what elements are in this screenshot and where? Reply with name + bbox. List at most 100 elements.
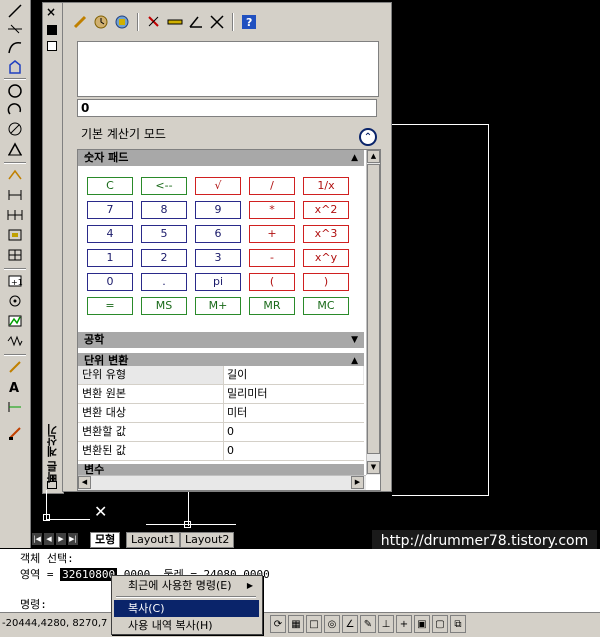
key-pi[interactable]: pi — [195, 273, 241, 291]
variables-header[interactable]: 변수 — [78, 464, 364, 475]
scroll-thumb[interactable] — [367, 164, 380, 454]
key-backspace[interactable]: <-- — [141, 177, 187, 195]
key-8[interactable]: 8 — [141, 201, 187, 219]
point-icon[interactable] — [5, 292, 25, 310]
key-memory-clear[interactable]: MC — [303, 297, 349, 315]
intersection-icon[interactable] — [208, 13, 226, 31]
dyn-icon[interactable]: + — [396, 615, 412, 633]
edit-icon[interactable] — [5, 424, 25, 442]
clear-history-icon[interactable] — [92, 13, 110, 31]
unit-row[interactable]: 단위 유형 길이 — [78, 366, 364, 385]
tab-layout1[interactable]: Layout1 — [126, 532, 181, 548]
osnap-icon[interactable]: ∠ — [342, 615, 358, 633]
gradient-icon[interactable] — [5, 332, 25, 350]
key-clear[interactable]: C — [87, 177, 133, 195]
sc-icon[interactable]: ⧉ — [450, 615, 466, 633]
key-divide[interactable]: / — [249, 177, 295, 195]
hatch-icon[interactable] — [5, 312, 25, 330]
region-icon[interactable] — [5, 358, 25, 376]
spline-icon[interactable] — [5, 166, 25, 184]
key-power[interactable]: x^y — [303, 249, 349, 267]
dimension-icon[interactable] — [5, 186, 25, 204]
arc-icon[interactable] — [5, 101, 25, 119]
coordinates-readout[interactable]: -20444,4280, 8270,7 — [2, 616, 110, 632]
scroll-up-icon[interactable]: ▲ — [367, 150, 380, 163]
ruler-icon[interactable] — [166, 13, 184, 31]
key-0[interactable]: 0 — [87, 273, 133, 291]
get-coordinates-icon[interactable] — [113, 13, 131, 31]
last-tab-icon[interactable]: ▶| — [68, 533, 78, 545]
menu-item-copy-history[interactable]: 사용 내역 복사(H) — [114, 617, 259, 634]
otrack-icon[interactable]: ✎ — [360, 615, 376, 633]
autohide-icon[interactable] — [47, 25, 57, 35]
command-prompt[interactable]: 명령: — [20, 596, 47, 612]
key-4[interactable]: 4 — [87, 225, 133, 243]
prev-tab-icon[interactable]: ◀ — [44, 533, 54, 545]
unit-row[interactable]: 변환된 값0 — [78, 442, 364, 461]
revcloud-icon[interactable] — [5, 140, 25, 158]
tab-model[interactable]: 모형 — [90, 532, 121, 548]
vertical-scrollbar[interactable]: ▲ ▼ — [366, 150, 380, 475]
numpad-header[interactable]: 숫자 패드 ▲ — [78, 150, 364, 166]
unit-row[interactable]: 변환할 값0 — [78, 423, 364, 442]
history-area[interactable] — [77, 41, 379, 97]
key-reciprocal[interactable]: 1/x — [303, 177, 349, 195]
ellipse-icon[interactable] — [5, 120, 25, 138]
collapse-up-icon[interactable]: ▲ — [351, 150, 358, 166]
first-tab-icon[interactable]: |◀ — [32, 533, 42, 545]
scroll-down-icon[interactable]: ▼ — [367, 461, 380, 474]
key-9[interactable]: 9 — [195, 201, 241, 219]
key-2[interactable]: 2 — [141, 249, 187, 267]
key-6[interactable]: 6 — [195, 225, 241, 243]
key-1[interactable]: 1 — [87, 249, 133, 267]
horizontal-scrollbar[interactable]: ◀ ▶ — [78, 475, 366, 490]
key-cube[interactable]: x^3 — [303, 225, 349, 243]
angle-icon[interactable] — [187, 13, 205, 31]
key-memory-store[interactable]: MS — [141, 297, 187, 315]
key-open-paren[interactable]: ( — [249, 273, 295, 291]
polygon-icon[interactable] — [5, 58, 25, 76]
key-7[interactable]: 7 — [87, 201, 133, 219]
key-minus[interactable]: - — [249, 249, 295, 267]
palette-titlebar[interactable]: × 빠른 계산기 — [42, 2, 64, 494]
key-equals[interactable]: = — [87, 297, 133, 315]
ortho-icon[interactable]: □ — [306, 615, 322, 633]
key-memory-add[interactable]: M+ — [195, 297, 241, 315]
grid-icon[interactable]: ▦ — [288, 615, 304, 633]
key-close-paren[interactable]: ) — [303, 273, 349, 291]
polyline-icon[interactable] — [5, 38, 25, 56]
unit-row[interactable]: 변환 원본 밀리미터 — [78, 385, 364, 404]
lwt-icon[interactable]: ▣ — [414, 615, 430, 633]
scroll-right-icon[interactable]: ▶ — [351, 476, 364, 489]
help-icon[interactable]: ? — [240, 13, 258, 31]
construction-line-icon[interactable] — [5, 20, 25, 38]
close-icon[interactable]: × — [46, 5, 56, 19]
qp-icon[interactable]: ▢ — [432, 615, 448, 633]
key-5[interactable]: 5 — [141, 225, 187, 243]
insert-icon[interactable]: +1 — [5, 272, 25, 290]
key-decimal[interactable]: . — [141, 273, 187, 291]
key-plus[interactable]: + — [249, 225, 295, 243]
key-square[interactable]: x^2 — [303, 201, 349, 219]
next-tab-icon[interactable]: ▶ — [56, 533, 66, 545]
clear-icon[interactable] — [71, 13, 89, 31]
line-icon[interactable] — [5, 2, 25, 20]
scientific-header[interactable]: 공학 ▼ — [78, 332, 364, 348]
entry-field[interactable]: 0 — [77, 99, 377, 117]
key-sqrt[interactable]: √ — [195, 177, 241, 195]
collapse-icon[interactable]: ⌃ — [359, 128, 377, 146]
continue-dim-icon[interactable] — [5, 206, 25, 224]
key-3[interactable]: 3 — [195, 249, 241, 267]
mtext-icon[interactable]: A — [5, 378, 25, 396]
selected-text[interactable]: 32610800 — [60, 568, 118, 581]
block-icon[interactable] — [5, 226, 25, 244]
key-memory-recall[interactable]: MR — [249, 297, 295, 315]
expand-down-icon[interactable]: ▼ — [351, 332, 358, 348]
menu-item-recent-commands[interactable]: 최근에 사용한 명령(E) ▶ — [114, 577, 259, 594]
grip-icon[interactable] — [184, 521, 191, 528]
dim-text-icon[interactable] — [5, 398, 25, 416]
ducs-icon[interactable]: ⊥ — [378, 615, 394, 633]
tab-layout2[interactable]: Layout2 — [180, 532, 235, 548]
distance-icon[interactable] — [145, 13, 163, 31]
circle-icon[interactable] — [5, 82, 25, 100]
